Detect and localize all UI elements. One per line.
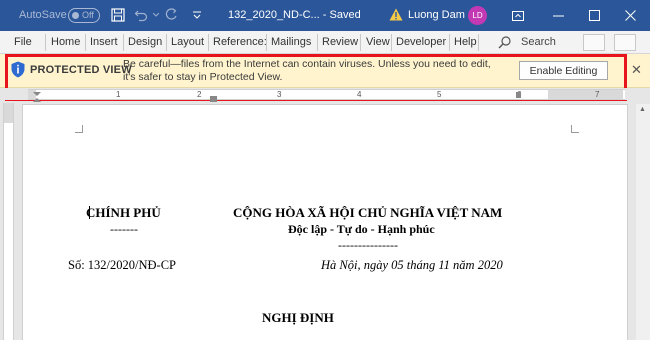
tab-divider [123,34,124,51]
tab-divider [266,34,267,51]
ruler-right-margin [548,90,623,99]
toggle-knob [72,12,79,19]
user-name[interactable]: Luong Dam [408,9,465,21]
tab-review[interactable]: Review [322,36,358,48]
tab-divider [85,34,86,51]
nation-heading: CỘNG HÒA XÃ HỘI CHỦ NGHĨA VIỆT NAM [233,205,503,220]
avatar[interactable]: LD [468,6,487,25]
ruler-number: 1 [116,90,121,99]
tab-home[interactable]: Home [51,36,80,48]
tab-divider [208,34,209,51]
place-and-date: Hà Nội, ngày 05 tháng 11 năm 2020 [321,258,503,272]
tab-insert[interactable]: Insert [90,36,118,48]
tab-file[interactable]: File [14,36,32,48]
right-indent-marker[interactable] [516,92,521,98]
autosave-toggle[interactable]: Off [68,8,100,23]
search-label[interactable]: Search [521,36,556,48]
tab-design[interactable]: Design [128,36,162,48]
scroll-up-icon[interactable]: ▲ [639,106,646,113]
search-icon[interactable] [498,35,512,52]
save-icon[interactable] [110,7,126,23]
tab-help[interactable]: Help [454,36,477,48]
customize-toolbar-icon[interactable] [189,7,205,23]
crop-mark [75,125,83,133]
enable-editing-button[interactable]: Enable Editing [519,61,608,80]
tab-divider [360,34,361,51]
document-type: NGHỊ ĐỊNH [262,310,334,325]
share-icon[interactable] [583,34,605,51]
vertical-scrollbar[interactable]: ▲ [636,104,650,340]
tab-divider [45,34,46,51]
protected-view-title: PROTECTED VIEW [30,64,132,76]
tab-layout[interactable]: Layout [171,36,204,48]
tab-divider [317,34,318,51]
tab-divider [391,34,392,51]
issuer-heading: CHÍNH PHỦ [86,205,161,220]
horizontal-ruler[interactable]: 1 2 3 4 5 6 7 [28,89,625,102]
tab-mailings[interactable]: Mailings [271,36,311,48]
document-number: Số: 132/2020/NĐ-CP [68,258,177,272]
ruler-number: 5 [437,90,442,99]
maximize-icon[interactable] [578,0,610,31]
vertical-ruler[interactable] [3,103,14,340]
warning-icon[interactable] [389,8,403,24]
text-cursor [89,206,90,219]
ribbon-display-options-icon[interactable] [502,0,534,31]
tab-divider [166,34,167,51]
protected-view-message: Be careful—files from the Internet can c… [123,58,491,83]
tab-divider [449,34,450,51]
undo-dropdown-icon[interactable] [148,7,164,23]
comments-icon[interactable] [614,34,636,51]
motto-underline: --------------- [338,238,398,252]
national-motto: Độc lập - Tự do - Hạnh phúc [288,222,435,236]
close-window-icon[interactable] [614,0,646,31]
tab-view[interactable]: View [366,36,390,48]
ruler-number: 4 [357,90,362,99]
ribbon-tabs: File Home Insert Design Layout Reference… [0,31,650,54]
ruler-number: 2 [197,90,202,99]
autosave-label: AutoSave [19,9,67,21]
tab-divider [478,34,479,51]
redo-icon[interactable] [163,7,179,23]
ruler-number: 3 [277,90,282,99]
minimize-icon[interactable] [542,0,574,31]
ruler-number: 7 [595,90,600,99]
tab-developer[interactable]: Developer [396,36,446,48]
vertical-ruler-margin [4,103,13,123]
shield-info-icon [11,61,25,83]
crop-mark [571,125,579,133]
tab-references[interactable]: Reference: [213,36,267,48]
autosave-state: Off [82,10,94,20]
issuer-underline: ------- [110,222,138,236]
title-bar: AutoSave Off 132_2020_ND-C... - Saved Lu… [0,0,650,31]
document-title[interactable]: 132_2020_ND-C... - Saved [228,9,361,21]
close-message-bar-icon[interactable]: ✕ [631,62,642,78]
undo-icon[interactable] [133,7,149,23]
